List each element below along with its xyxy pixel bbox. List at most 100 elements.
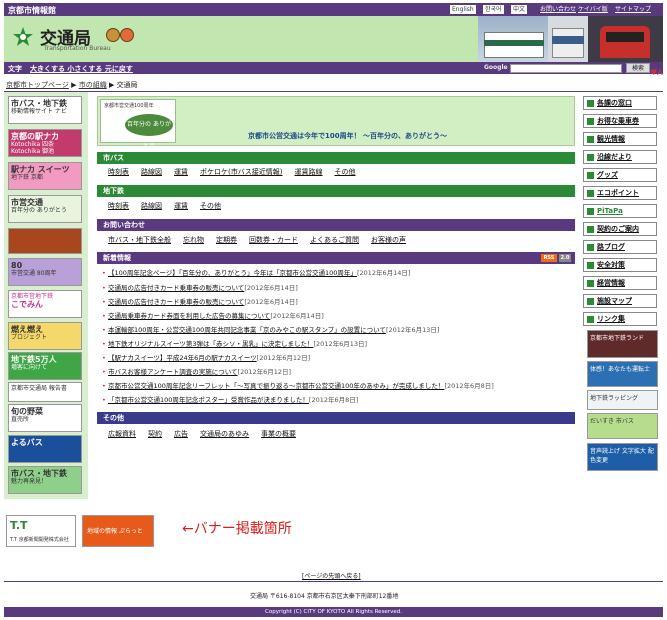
right-nav-item[interactable]: お得な乗車券	[583, 114, 657, 128]
right-nav-item[interactable]: 路ブログ	[583, 240, 657, 254]
right-nav-item[interactable]: 各課の窓口	[583, 96, 657, 110]
bus-link[interactable]: 時刻表	[108, 168, 129, 176]
news-date: [2012年6月14日]	[356, 269, 411, 277]
contact-link[interactable]: 忘れ物	[183, 236, 204, 244]
contact-link[interactable]: 回数券・カード	[249, 236, 298, 244]
right-nav-item[interactable]: グッズ	[583, 168, 657, 182]
other-links: 広報資料 契約 広告 交通局のあゆみ 事業の概要	[108, 429, 308, 439]
right-nav-item[interactable]: 観光情報	[583, 132, 657, 146]
banner-sweets[interactable]: 駅ナカ スイーツ 地下鉄 京都	[8, 162, 82, 190]
search-input[interactable]	[510, 64, 622, 73]
news-title-link[interactable]: 交通局の広告付きカード乗車券の販売について	[108, 298, 244, 306]
subway-link[interactable]: 時刻表	[108, 202, 129, 210]
right-nav-item[interactable]: 契約のご案内	[583, 222, 657, 236]
right-nav-item[interactable]: 経営情報	[583, 276, 657, 290]
banner-sub: 魅力再発見！	[11, 478, 48, 485]
other-link[interactable]: 契約	[148, 430, 162, 438]
banner-report[interactable]: 京都市交通局 報告書	[8, 382, 82, 402]
subway-link[interactable]: 路線図	[141, 202, 162, 210]
bus-link[interactable]: その他	[334, 168, 355, 176]
right-banner-label: だいすき 市バス	[590, 418, 634, 425]
contact-link[interactable]: 定期券	[216, 236, 237, 244]
rss-icon[interactable]: RSS	[541, 254, 557, 262]
news-title-link[interactable]: 京都市公営交通100周年記念リーフレット「～写真で振り返る～京都市公営交通100…	[108, 382, 444, 390]
right-nav-item[interactable]: リンク集	[583, 312, 657, 326]
bus-link[interactable]: 路線図	[141, 168, 162, 176]
news-item[interactable]: 【駅ナカスイーツ】平成24年6月の駅ナカスイーツ[2012年6月12日]	[102, 353, 578, 364]
right-nav-item[interactable]: 安全対策	[583, 258, 657, 272]
lang-chinese-link[interactable]: 中文	[511, 5, 528, 14]
mini-banner-top: 京都市営交通100周年	[104, 103, 154, 109]
ad-banner-kyoto-shimbun[interactable]: T.T T.T 京都新聞開発株式会社	[6, 515, 76, 547]
contact-link[interactable]: お客様の声	[371, 236, 406, 244]
subway-link[interactable]: 運賃	[174, 202, 188, 210]
news-title-link[interactable]: 「京都市公営交通100周年記念ポスター」受賞作品が決まりました！	[108, 396, 309, 404]
banner-50000[interactable]: 地下鉄5万人 増客に向けて	[8, 352, 82, 380]
lang-english-link[interactable]: English	[450, 5, 476, 14]
ad-banner-platt[interactable]: 地域の情報 ぷらっと	[82, 515, 154, 547]
banner-rediscover[interactable]: 市バス・地下鉄 魅力再発見！	[8, 466, 82, 494]
contact-link[interactable]: よくあるご質問	[310, 236, 359, 244]
news-item[interactable]: 本運輸部100周年・公営交通100周年共同記念事業「京のみやこの駅スタンプ」の設…	[102, 325, 578, 336]
banner-moe[interactable]: 燃え燃え プロジェクト	[8, 322, 82, 350]
subway-photo	[588, 16, 663, 62]
news-title-link[interactable]: 地下鉄オリジナルスイーツ第3弾は「赤シソ・黒乳」に決定しました！	[108, 340, 314, 348]
right-banner-accessibility[interactable]: 音声読上げ 文字拡大 配色変更	[587, 443, 658, 471]
news-title-link[interactable]: 【駅ナカスイーツ】平成24年6月の駅ナカスイーツ	[108, 354, 257, 362]
banner-brown[interactable]	[8, 228, 82, 254]
news-item[interactable]: 交通局の広告付きカード乗車券の販売について[2012年6月14日]	[102, 283, 578, 294]
right-nav-item[interactable]: エコポイント	[583, 186, 657, 200]
right-nav-item[interactable]: 沿線だより	[583, 150, 657, 164]
news-item[interactable]: 交通局の広告付きカード乗車券の販売について[2012年6月14日]	[102, 297, 578, 308]
banner-80th[interactable]: 80 市営交通 80周年	[8, 258, 82, 286]
subway-link[interactable]: その他	[200, 202, 221, 210]
mascot-icon	[106, 28, 120, 42]
banner-kodemin[interactable]: 京都市営地下鉄 こでみん	[8, 290, 82, 318]
banner-100th[interactable]: 市営交通 百年分の ありがとう	[8, 195, 82, 223]
search-button[interactable]: 検索	[626, 63, 650, 73]
other-link[interactable]: 交通局のあゆみ	[200, 430, 249, 438]
banner-kotochika[interactable]: 京都の駅ナカ Kotochika 四条 Kotochika 御池	[8, 129, 82, 157]
news-item[interactable]: 京都市公営交通100周年記念リーフレット「～写真で振り返る～京都市公営交通100…	[102, 381, 578, 392]
site-name[interactable]: 京都市情報館	[8, 5, 56, 16]
accessibility-icon[interactable]: ♥A	[650, 68, 663, 77]
news-title-link[interactable]: 【100周年記念ページ】「百年分の、ありがとう」今年は「京都市公営交通100周年…	[108, 269, 357, 277]
banner-navi[interactable]: 市バス・地下鉄 移動情報サイト ナビ	[8, 96, 82, 124]
right-nav-item[interactable]: 施設マップ	[583, 294, 657, 308]
breadcrumb-org[interactable]: 市の組織	[79, 81, 107, 89]
banner-title: 地下鉄5万人	[11, 355, 57, 364]
news-title-link[interactable]: 交通局乗車券カード券面を利用した広告の募集について	[108, 312, 270, 320]
sitemap-link[interactable]: サイトマップ	[615, 5, 651, 14]
right-nav-item[interactable]: PiTaPa	[583, 204, 657, 218]
inquiry-link[interactable]: お問い合わせ	[540, 5, 576, 14]
news-title-link[interactable]: 市バスお客様アンケート調査の実施について	[108, 368, 238, 376]
right-banner-driver[interactable]: 体感！あなたも運転士	[587, 361, 658, 387]
bus-link[interactable]: 運賃路線	[294, 168, 322, 176]
news-title-link[interactable]: 交通局の広告付きカード乗車券の販売について	[108, 284, 244, 292]
banner-sub: 市営交通 80周年	[11, 270, 57, 277]
news-item[interactable]: 「京都市公営交通100周年記念ポスター」受賞作品が決まりました！[2012年6月…	[102, 395, 578, 406]
right-banner-daisuki[interactable]: だいすき 市バス	[587, 413, 658, 439]
right-banner-wrapping[interactable]: 地下鉄ラッピング	[587, 390, 658, 410]
banner-yoru-bus[interactable]: よるバス	[8, 435, 82, 463]
contact-link[interactable]: 市バス・地下鉄全般	[108, 236, 171, 244]
font-size-controls[interactable]: 大きくする 小さくする 元に戻す	[30, 64, 133, 74]
mobile-link[interactable]: ケイバイ版	[578, 5, 608, 14]
100th-anniversary-banner[interactable]: 京都市営交通100周年 百年分の ありがとう 京都市公営交通は今年で100周年！…	[97, 96, 575, 150]
news-item[interactable]: 地下鉄オリジナルスイーツ第3弾は「赤シソ・黒乳」に決定しました！[2012年6月…	[102, 339, 578, 350]
other-link[interactable]: 事業の概要	[261, 430, 296, 438]
lang-korean-link[interactable]: 한국어	[483, 5, 504, 14]
news-item[interactable]: 【100周年記念ページ】「百年分の、ありがとう」今年は「京都市公営交通100周年…	[102, 268, 578, 279]
news-title-link[interactable]: 本運輸部100周年・公営交通100周年共同記念事業「京のみやこの駅スタンプ」の設…	[108, 326, 386, 334]
news-item[interactable]: 交通局乗車券カード券面を利用した広告の募集について[2012年6月14日]	[102, 311, 578, 322]
bus-link[interactable]: ポケロケ(市バス接近情報)	[200, 168, 282, 176]
banner-vegetables[interactable]: 旬の野菜 直売所	[8, 404, 82, 432]
anniversary-banner-text[interactable]: 京都市公営交通は今年で100周年！ ～百年分の、ありがとう～	[248, 131, 447, 141]
news-item[interactable]: 市バスお客様アンケート調査の実施について[2012年6月12日]	[102, 367, 578, 378]
breadcrumb-home[interactable]: 京都市トップページ	[6, 81, 69, 89]
right-banner-subway-land[interactable]: 京都市地下鉄ランド	[587, 330, 658, 358]
other-link[interactable]: 広報資料	[108, 430, 136, 438]
back-to-top-link[interactable]: [ページの先頭へ戻る]	[302, 571, 361, 580]
other-link[interactable]: 広告	[174, 430, 188, 438]
bus-link[interactable]: 運賃	[174, 168, 188, 176]
